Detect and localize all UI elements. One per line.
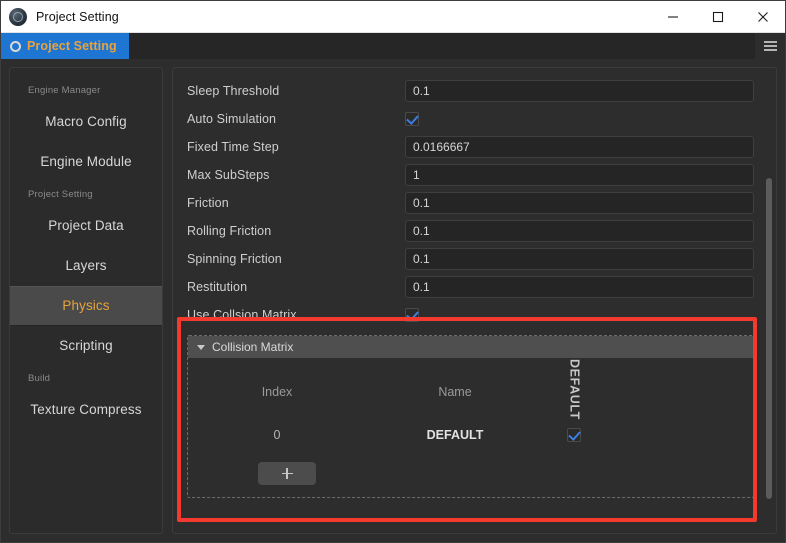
field-row: Use Collsion Matrix (187, 301, 754, 329)
auto-simulation-checkbox[interactable] (405, 112, 419, 126)
minimize-button[interactable] (650, 1, 695, 32)
maximize-button[interactable] (695, 1, 740, 32)
sidebar-item-project-data[interactable]: Project Data (10, 206, 162, 246)
sidebar-group-label: Project Setting (28, 189, 93, 200)
main-content: Engine Manager Macro Config Engine Modul… (1, 59, 785, 542)
field-label-auto-simulation: Auto Simulation (187, 112, 277, 126)
cell-checkbox-cell (544, 420, 604, 450)
sidebar-item-texture-compress[interactable]: Texture Compress (10, 390, 162, 430)
table-row[interactable]: 0 DEFAULT (188, 420, 753, 450)
sidebar-item-physics[interactable]: Physics (10, 286, 162, 326)
window-titlebar: Project Setting (1, 1, 785, 33)
app-icon (9, 7, 27, 26)
column-header-name: Name (438, 385, 472, 399)
physics-settings-panel: Sleep Threshold 0.1 Auto Simulation Fixe… (172, 67, 777, 534)
max-substeps-input[interactable]: 1 (405, 164, 754, 186)
project-setting-window: Project Setting Project Setting Engine M… (0, 0, 786, 543)
collision-layer-checkbox[interactable] (567, 428, 581, 442)
field-label-rolling-friction: Rolling Friction (187, 224, 272, 238)
column-header-default: DEFAULT (544, 359, 604, 420)
use-collision-matrix-checkbox[interactable] (405, 308, 419, 322)
field-row: Spinning Friction 0.1 (187, 245, 754, 273)
sidebar-item-scripting[interactable]: Scripting (10, 326, 162, 366)
panel-scrollbar[interactable] (766, 178, 772, 499)
collision-matrix-title: Collision Matrix (212, 340, 294, 354)
physics-settings-list: Sleep Threshold 0.1 Auto Simulation Fixe… (173, 68, 776, 533)
caret-down-icon[interactable] (197, 344, 205, 350)
hamburger-icon[interactable] (755, 33, 785, 59)
scrollbar-thumb[interactable] (766, 178, 772, 499)
field-label-max-substeps: Max SubSteps (187, 168, 270, 182)
friction-input[interactable]: 0.1 (405, 192, 754, 214)
window-controls (650, 1, 785, 32)
field-row: Restitution 0.1 (187, 273, 754, 301)
restitution-input[interactable]: 0.1 (405, 276, 754, 298)
field-label-restitution: Restitution (187, 280, 248, 294)
tab-label: Project Setting (27, 39, 117, 53)
field-label-sleep-threshold: Sleep Threshold (187, 84, 280, 98)
cell-name: DEFAULT (426, 428, 484, 442)
field-label-fixed-time-step: Fixed Time Step (187, 140, 279, 154)
collision-matrix-header[interactable]: Collision Matrix (188, 336, 753, 358)
add-layer-row (188, 462, 753, 485)
collision-matrix-body: Index Name DEFAULT 0 DEFAULT (188, 358, 753, 497)
spinning-friction-input[interactable]: 0.1 (405, 248, 754, 270)
fixed-time-step-input[interactable]: 0.0166667 (405, 136, 754, 158)
add-layer-button[interactable] (258, 462, 316, 485)
field-row: Sleep Threshold 0.1 (187, 77, 754, 105)
field-row: Max SubSteps 1 (187, 161, 754, 189)
tab-bar: Project Setting (1, 33, 785, 60)
field-row: Fixed Time Step 0.0166667 (187, 133, 754, 161)
sidebar-group-label: Engine Manager (28, 85, 101, 96)
sidebar-item-macro-config[interactable]: Macro Config (10, 102, 162, 142)
window-title: Project Setting (36, 9, 119, 24)
rolling-friction-input[interactable]: 0.1 (405, 220, 754, 242)
field-row: Auto Simulation (187, 105, 754, 133)
gear-icon (10, 40, 21, 52)
close-button[interactable] (740, 1, 785, 32)
sidebar-group-label: Build (28, 373, 51, 384)
field-label-spinning-friction: Spinning Friction (187, 252, 282, 266)
column-header-index: Index (261, 385, 293, 399)
field-row: Friction 0.1 (187, 189, 754, 217)
tab-project-setting[interactable]: Project Setting (1, 33, 129, 59)
collision-matrix-head-row: Index Name DEFAULT (188, 359, 753, 420)
field-label-use-collision-matrix: Use Collsion Matrix (187, 308, 297, 322)
sidebar-item-engine-module[interactable]: Engine Module (10, 142, 162, 182)
vertical-layer-label: DEFAULT (567, 359, 582, 420)
field-label-friction: Friction (187, 196, 229, 210)
cell-index: 0 (273, 428, 281, 442)
sleep-threshold-input[interactable]: 0.1 (405, 80, 754, 102)
collision-matrix-section: Collision Matrix Index Name DEFAULT 0 DE… (187, 335, 754, 498)
sidebar-item-layers[interactable]: Layers (10, 246, 162, 286)
field-row: Rolling Friction 0.1 (187, 217, 754, 245)
sidebar: Engine Manager Macro Config Engine Modul… (9, 67, 163, 534)
